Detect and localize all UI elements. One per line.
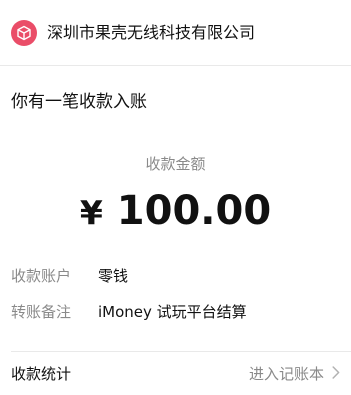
open-ledger-link[interactable]: 进入记账本 [249,362,340,386]
detail-label: 转账备注 [11,303,72,321]
notice-title: 你有一笔收款入账 [11,92,147,112]
detail-value: 零钱 [98,267,129,285]
detail-row-remark: 转账备注 iMoney 试玩平台结算 [11,300,247,324]
payment-notification-card: 深圳市果壳无线科技有限公司 你有一笔收款入账 收款金额 ¥100.00 收款账户… [0,0,351,395]
chevron-right-icon [332,362,340,386]
merchant-header[interactable]: 深圳市果壳无线科技有限公司 [0,0,351,66]
cube-icon [17,25,31,41]
detail-row-account: 收款账户 零钱 [11,264,128,288]
merchant-name: 深圳市果壳无线科技有限公司 [47,23,256,42]
currency-symbol: ¥ [79,193,103,232]
footer-bar[interactable]: 收款统计 进入记账本 [0,352,351,395]
amount-label: 收款金额 [145,155,206,173]
merchant-logo [11,20,37,46]
detail-label: 收款账户 [11,267,72,285]
amount-value: 100.00 [116,188,272,234]
open-ledger-label: 进入记账本 [248,365,324,383]
footer-stats-label: 收款统计 [11,365,72,383]
detail-value: iMoney 试玩平台结算 [98,303,247,321]
amount-display: ¥100.00 [0,185,351,239]
